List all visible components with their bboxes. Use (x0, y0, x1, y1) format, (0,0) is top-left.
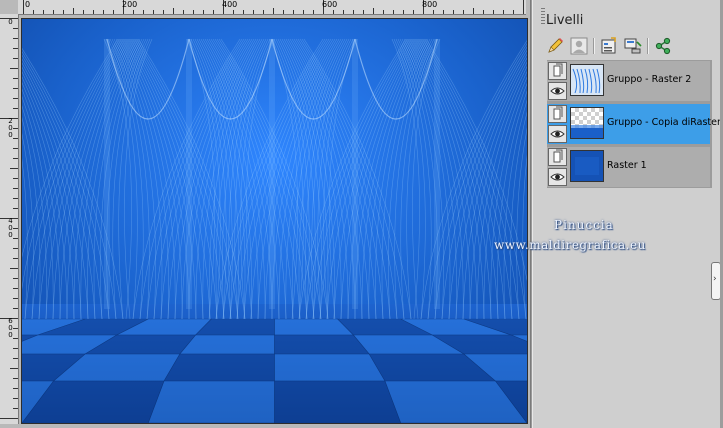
layers-toolbar (545, 36, 715, 56)
panel-title: Livelli (546, 13, 584, 28)
pencil-icon[interactable] (545, 36, 565, 56)
layer-thumbnail-blue (570, 150, 604, 182)
mask-icon[interactable] (569, 36, 589, 56)
layers-panel: Livelli Gruppo - Raster 2 Gruppo - Copia… (533, 0, 723, 428)
toolbar-separator-2 (647, 38, 649, 54)
eye-icon[interactable] (548, 168, 567, 186)
layer-name[interactable]: Gruppo - Copia diRaster 1 (607, 117, 723, 128)
layer-thumbnail-curtain (570, 64, 604, 96)
layer-type-icon[interactable] (548, 62, 567, 80)
eye-icon[interactable] (548, 125, 567, 143)
layer-row-gruppo-copia-raster-1[interactable]: Gruppo - Copia diRaster 1 (547, 104, 723, 144)
ruler-vertical[interactable]: 0 200 400 600 (0, 14, 19, 424)
ruler-vlabel-600: 600 (8, 317, 13, 339)
layer-name[interactable]: Raster 1 (607, 160, 647, 171)
share-icon[interactable] (653, 36, 673, 56)
layer-row-raster-1[interactable]: Raster 1 (547, 147, 710, 187)
ruler-label-800: 800 (422, 0, 438, 9)
ruler-horizontal[interactable]: 0 200 400 600 800 (18, 0, 526, 15)
layer-list: Gruppo - Raster 2 Gruppo - Copia diRaste… (547, 60, 723, 188)
eye-icon[interactable] (548, 82, 567, 100)
ruler-vlabel-400: 400 (8, 217, 13, 239)
ruler-label-400: 400 (222, 0, 238, 9)
ruler-vlabel-200: 200 (8, 117, 13, 139)
layer-type-icon[interactable] (548, 148, 567, 166)
layer-row-gruppo-raster-2[interactable]: Gruppo - Raster 2 (547, 61, 710, 101)
ruler-ticks-horizontal (23, 0, 524, 14)
layer-thumbnail-checker (570, 107, 604, 139)
layer-name[interactable]: Gruppo - Raster 2 (607, 74, 691, 85)
link-layers-icon[interactable] (623, 36, 643, 56)
layer-row-icons (548, 62, 568, 100)
layer-type-icon[interactable] (548, 105, 567, 123)
layer-row-icons (548, 148, 568, 186)
canvas-workspace[interactable]: 0 200 400 600 800 0 200 400 600 (0, 0, 530, 428)
layer-properties-icon[interactable] (599, 36, 619, 56)
chevron-right-icon: › (713, 274, 717, 284)
layer-row-icons (548, 105, 568, 143)
ruler-vlabel-0: 0 (8, 18, 13, 26)
toolbar-separator (593, 38, 595, 54)
ruler-label-0: 0 (25, 0, 31, 9)
ruler-label-200: 200 (122, 0, 138, 9)
artwork-image (22, 19, 527, 423)
panel-grip[interactable] (541, 8, 545, 26)
image-canvas[interactable] (21, 18, 528, 424)
ruler-label-600: 600 (322, 0, 338, 9)
